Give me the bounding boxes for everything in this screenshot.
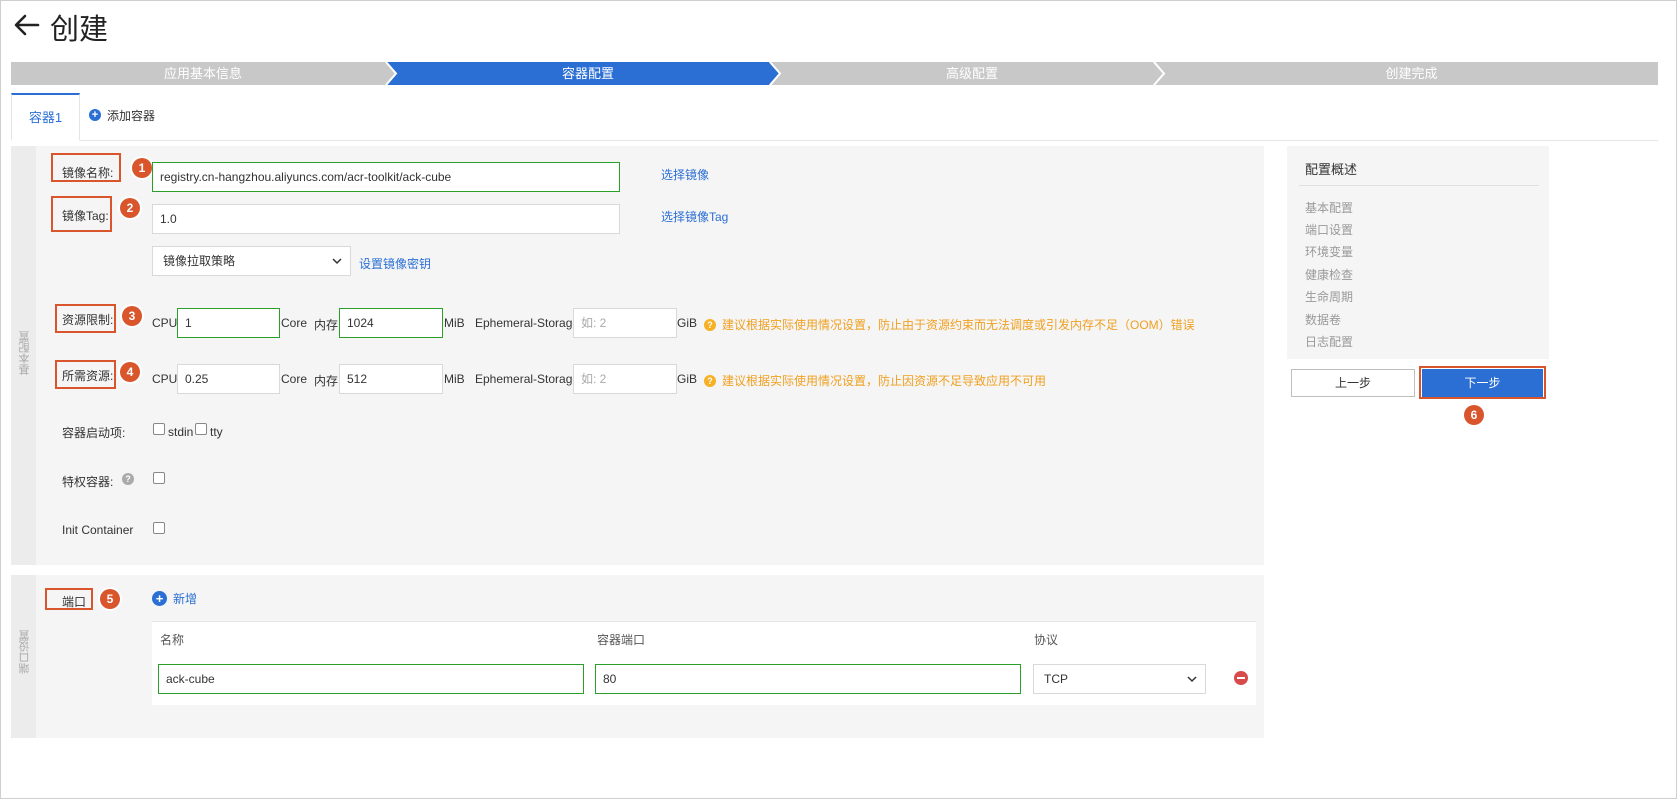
startup-label: 容器启动项: — [62, 426, 126, 440]
help-icon[interactable]: ? — [122, 473, 134, 485]
add-container-label: 添加容器 — [107, 108, 156, 123]
limits-cpu-input[interactable]: 1 — [177, 308, 280, 338]
port-header-protocol: 协议 — [1034, 633, 1059, 647]
privileged-label: 特权容器: — [62, 475, 114, 489]
callout-badge-1: 1 — [132, 158, 152, 178]
step-container-config: 容器配置 — [561, 66, 614, 81]
summary-divider — [1299, 185, 1539, 186]
image-tag-label: 镜像Tag: — [62, 209, 109, 223]
privileged-checkbox[interactable] — [153, 472, 165, 484]
limits-cpu-label: CPU — [152, 316, 178, 330]
requests-cpu-input[interactable]: 0.25 — [177, 364, 280, 394]
step-complete: 创建完成 — [1385, 66, 1438, 81]
port-header-port: 容器端口 — [597, 633, 646, 647]
add-port-label: 新增 — [173, 592, 198, 606]
protocol-value: TCP — [1044, 672, 1068, 686]
prev-step-button[interactable]: 上一步 — [1291, 369, 1415, 397]
requests-storage-label: Ephemeral-Storage — [475, 372, 580, 386]
callout-badge-6: 6 — [1464, 405, 1484, 425]
callout-badge-4: 4 — [120, 362, 140, 382]
warning-icon: ? — [704, 318, 716, 331]
back-arrow-icon[interactable] — [12, 10, 42, 40]
tty-checkbox[interactable] — [195, 423, 207, 435]
summary-title: 配置概述 — [1305, 162, 1358, 177]
port-header-name: 名称 — [160, 633, 185, 647]
select-image-link[interactable]: 选择镜像 — [661, 166, 709, 183]
step-basic-info: 应用基本信息 — [163, 66, 242, 81]
pull-policy-value: 镜像拉取策略 — [163, 254, 236, 268]
port-number-input[interactable]: 80 — [595, 664, 1021, 694]
page-title: 创建 — [50, 12, 109, 46]
stdin-checkbox[interactable] — [153, 423, 165, 435]
summary-item-health[interactable]: 健康检查 — [1305, 266, 1353, 283]
port-config-strip: 端口设置 — [11, 575, 36, 738]
basic-config-side-label: 基本配置 — [19, 331, 31, 375]
config-summary-panel: 配置概述 基本配置 端口设置 环境变量 健康检查 生命周期 数据卷 日志配置 — [1287, 146, 1549, 359]
pull-policy-select[interactable]: 镜像拉取策略 — [152, 246, 351, 276]
limits-storage-input[interactable]: 如: 2 — [573, 308, 677, 338]
remove-port-icon[interactable] — [1234, 671, 1248, 685]
step-progress: 应用基本信息 容器配置 高级配置 创建完成 — [11, 62, 1658, 85]
requests-mem-unit: MiB — [444, 372, 465, 386]
chevron-down-icon — [1187, 676, 1197, 683]
requests-mem-input[interactable]: 512 — [339, 364, 443, 394]
requests-cpu-label: CPU — [152, 372, 178, 386]
limits-mem-label: 内存 — [314, 318, 339, 332]
requests-mem-label: 内存 — [314, 374, 339, 388]
warning-icon: ? — [704, 374, 716, 387]
callout-badge-5: 5 — [100, 589, 120, 609]
limits-mem-input[interactable]: 1024 — [339, 308, 443, 338]
port-config-side-label: 端口设置 — [19, 630, 31, 674]
stdin-label: stdin — [168, 425, 194, 439]
plus-circle-icon: + — [89, 109, 101, 121]
add-port-button[interactable]: + 新增 — [152, 590, 197, 607]
requests-hint: ? 建议根据实际使用情况设置，防止因资源不足导致应用不可用 — [704, 372, 1046, 389]
container-tabs: 容器1 + 添加容器 — [11, 93, 1658, 141]
add-container-button[interactable]: + 添加容器 — [89, 105, 155, 125]
init-container-label: Init Container — [62, 523, 134, 537]
requests-storage-unit: GiB — [677, 372, 698, 386]
requests-cpu-unit: Core — [281, 372, 308, 386]
port-table: 名称 容器端口 协议 ack-cube 80 TCP — [152, 621, 1256, 705]
next-step-button[interactable]: 下一步 — [1422, 369, 1543, 397]
plus-circle-icon: + — [152, 591, 167, 606]
limits-storage-unit: GiB — [677, 316, 698, 330]
step-advanced-config: 高级配置 — [945, 66, 998, 81]
tab-container-1[interactable]: 容器1 — [11, 93, 80, 141]
ports-label: 端口 — [62, 595, 87, 609]
limits-hint-text: 建议根据实际使用情况设置，防止由于资源约束而无法调度或引发内存不足（OOM）错误 — [722, 318, 1195, 332]
image-tag-input[interactable]: 1.0 — [152, 204, 620, 234]
image-name-label: 镜像名称: — [62, 166, 114, 180]
limits-mem-unit: MiB — [444, 316, 465, 330]
summary-item-basic[interactable]: 基本配置 — [1305, 199, 1353, 216]
tty-label: tty — [210, 425, 223, 439]
limits-hint: ? 建议根据实际使用情况设置，防止由于资源约束而无法调度或引发内存不足（OOM）… — [704, 316, 1195, 333]
protocol-select[interactable]: TCP — [1033, 664, 1206, 694]
select-image-tag-link[interactable]: 选择镜像Tag — [661, 208, 728, 225]
requests-hint-text: 建议根据实际使用情况设置，防止因资源不足导致应用不可用 — [722, 374, 1047, 388]
port-name-input[interactable]: ack-cube — [158, 664, 584, 694]
chevron-down-icon — [332, 258, 342, 265]
limits-storage-label: Ephemeral-Storage — [475, 316, 580, 330]
init-container-checkbox[interactable] — [153, 522, 165, 534]
image-name-input[interactable]: registry.cn-hangzhou.aliyuncs.com/acr-to… — [152, 162, 620, 192]
callout-badge-3: 3 — [122, 306, 142, 326]
summary-item-env[interactable]: 环境变量 — [1305, 243, 1353, 260]
basic-config-strip: 基本配置 — [11, 146, 36, 565]
requests-storage-input[interactable]: 如: 2 — [573, 364, 677, 394]
summary-item-volumes[interactable]: 数据卷 — [1305, 311, 1341, 328]
requests-label: 所需资源: — [62, 369, 114, 383]
summary-item-ports[interactable]: 端口设置 — [1305, 221, 1353, 238]
set-image-secret-link[interactable]: 设置镜像密钥 — [359, 255, 431, 272]
callout-badge-2: 2 — [120, 198, 140, 218]
limits-label: 资源限制: — [62, 313, 114, 327]
limits-cpu-unit: Core — [281, 316, 308, 330]
summary-item-logs[interactable]: 日志配置 — [1305, 333, 1353, 350]
summary-item-lifecycle[interactable]: 生命周期 — [1305, 288, 1353, 305]
